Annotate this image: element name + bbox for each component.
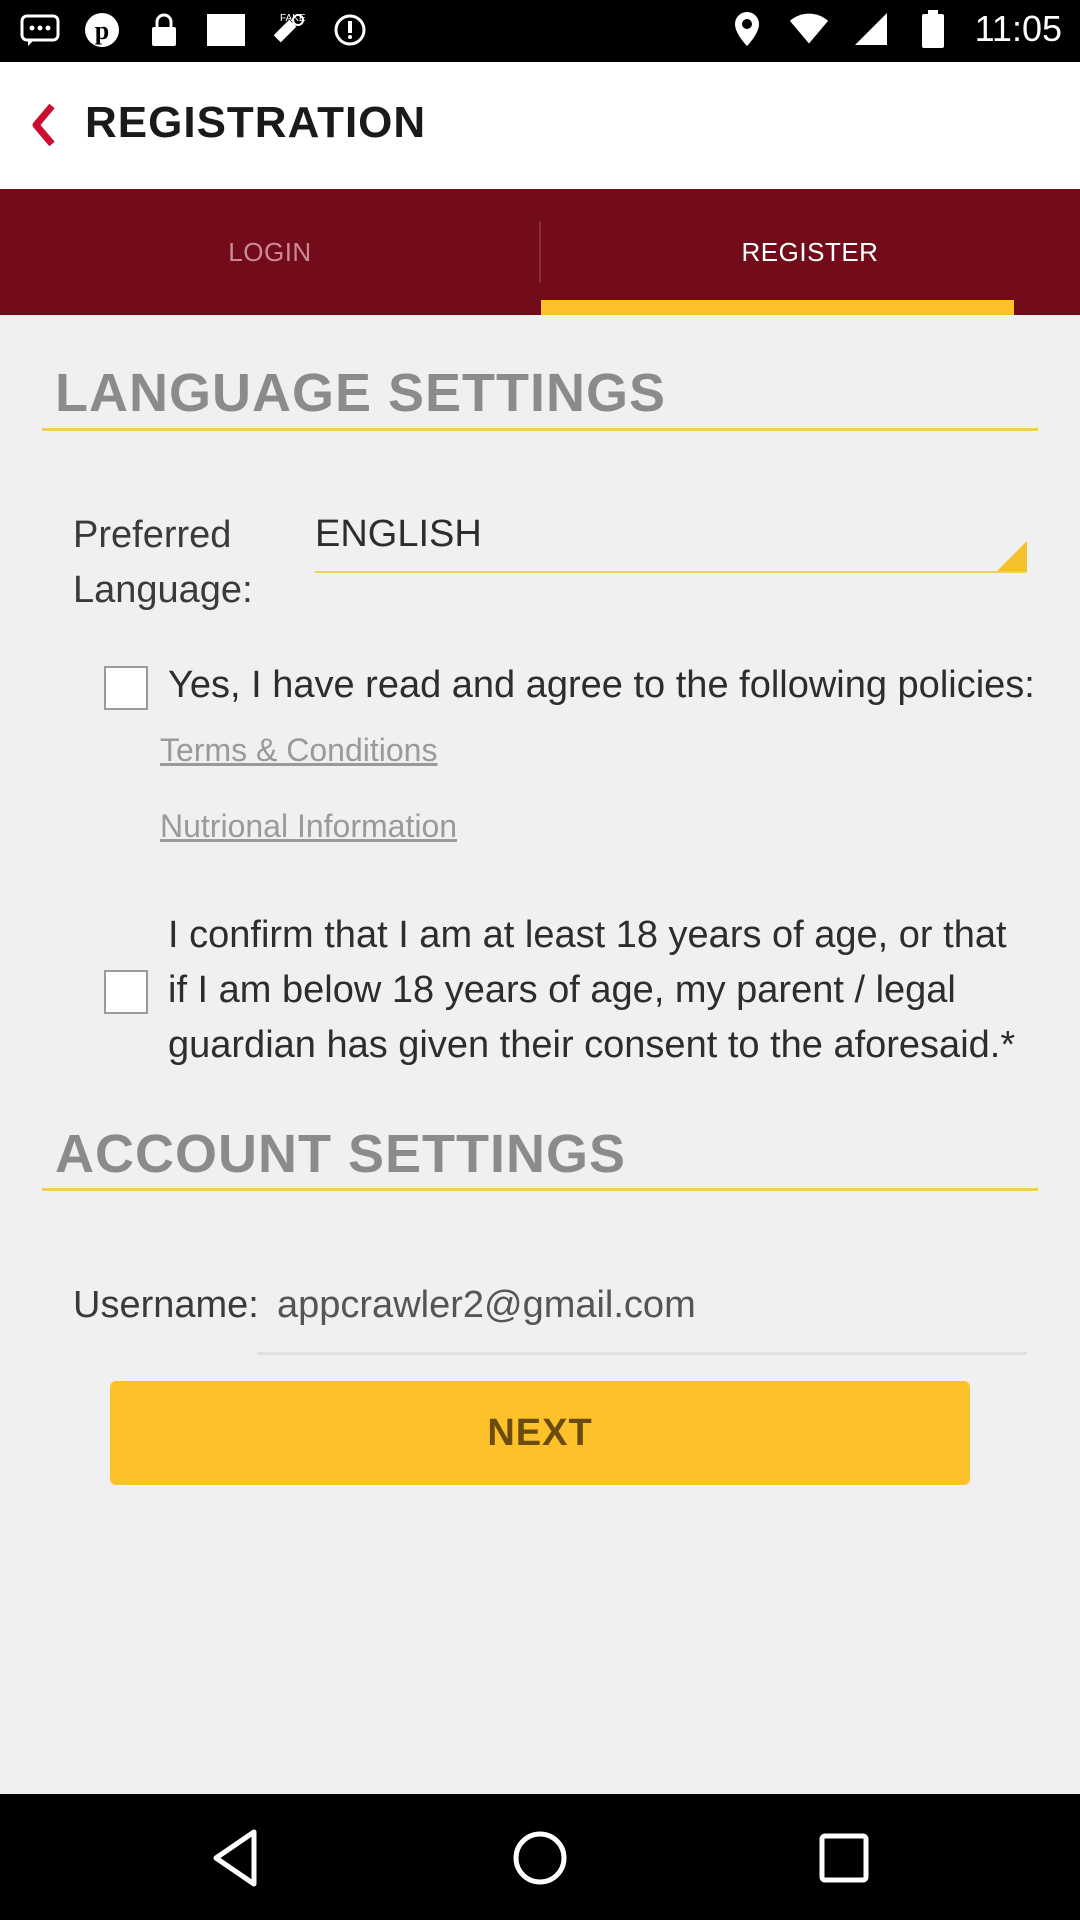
terms-conditions-link[interactable]: Terms & Conditions bbox=[160, 732, 437, 769]
section-divider bbox=[42, 428, 1038, 431]
tab-register[interactable]: REGISTER bbox=[540, 189, 1080, 315]
app-bar: REGISTRATION bbox=[0, 62, 1080, 189]
sync-icon bbox=[330, 10, 370, 50]
language-dropdown[interactable]: ENGLISH bbox=[315, 505, 1027, 573]
preferred-label-line2: Language: bbox=[73, 569, 253, 611]
tab-login[interactable]: LOGIN bbox=[0, 189, 540, 315]
system-icons: 11:05 bbox=[727, 8, 1062, 50]
recents-icon[interactable] bbox=[806, 1820, 882, 1896]
chat-icon bbox=[20, 10, 60, 50]
preferred-language-label: Preferred Language: bbox=[73, 508, 253, 618]
policies-checkbox-label: Yes, I have read and agree to the follow… bbox=[168, 664, 1035, 706]
age-confirm-label: I confirm that I am at least 18 years of… bbox=[168, 908, 1015, 1073]
age-confirm-line2: if I am below 18 years of age, my parent… bbox=[168, 969, 956, 1011]
age-confirm-line1: I confirm that I am at least 18 years of… bbox=[168, 914, 1007, 956]
tab-bar: LOGIN REGISTER bbox=[0, 189, 1080, 315]
status-bar: p FAKE 11:05 bbox=[0, 0, 1080, 62]
preferred-label-line1: Preferred bbox=[73, 514, 232, 556]
fake-gps-icon: FAKE bbox=[268, 10, 308, 50]
location-icon bbox=[727, 9, 767, 49]
page-title: REGISTRATION bbox=[85, 98, 427, 147]
navigation-bar bbox=[0, 1794, 1080, 1920]
signal-icon bbox=[851, 9, 891, 49]
section-divider bbox=[42, 1188, 1038, 1191]
notification-icons: p FAKE bbox=[20, 10, 370, 50]
username-value: appcrawler2@gmail.com bbox=[277, 1284, 696, 1326]
pinterest-icon: p bbox=[82, 10, 122, 50]
chevron-left-icon[interactable] bbox=[24, 100, 64, 150]
language-settings-heading: LANGUAGE SETTINGS bbox=[55, 363, 667, 423]
selected-language: ENGLISH bbox=[315, 513, 482, 555]
svg-text:FAKE: FAKE bbox=[280, 13, 306, 24]
screen-icon bbox=[206, 10, 246, 50]
username-label: Username: bbox=[73, 1284, 259, 1326]
home-icon[interactable] bbox=[502, 1820, 578, 1896]
policies-checkbox[interactable] bbox=[104, 666, 148, 710]
age-confirm-line3: guardian has given their consent to the … bbox=[168, 1024, 1016, 1066]
account-settings-heading: ACCOUNT SETTINGS bbox=[55, 1124, 627, 1184]
dropdown-arrow-icon bbox=[997, 541, 1027, 571]
battery-icon bbox=[913, 9, 953, 49]
active-tab-indicator bbox=[541, 300, 1014, 315]
username-input[interactable]: appcrawler2@gmail.com bbox=[257, 1278, 1027, 1355]
svg-text:p: p bbox=[95, 16, 109, 45]
next-button[interactable]: NEXT bbox=[110, 1381, 970, 1485]
age-confirm-checkbox[interactable] bbox=[104, 970, 148, 1014]
lock-icon bbox=[144, 10, 184, 50]
nutritional-information-link[interactable]: Nutrional Information bbox=[160, 808, 457, 845]
status-time: 11:05 bbox=[974, 8, 1062, 49]
back-icon[interactable] bbox=[198, 1820, 274, 1896]
wifi-icon bbox=[789, 9, 829, 49]
